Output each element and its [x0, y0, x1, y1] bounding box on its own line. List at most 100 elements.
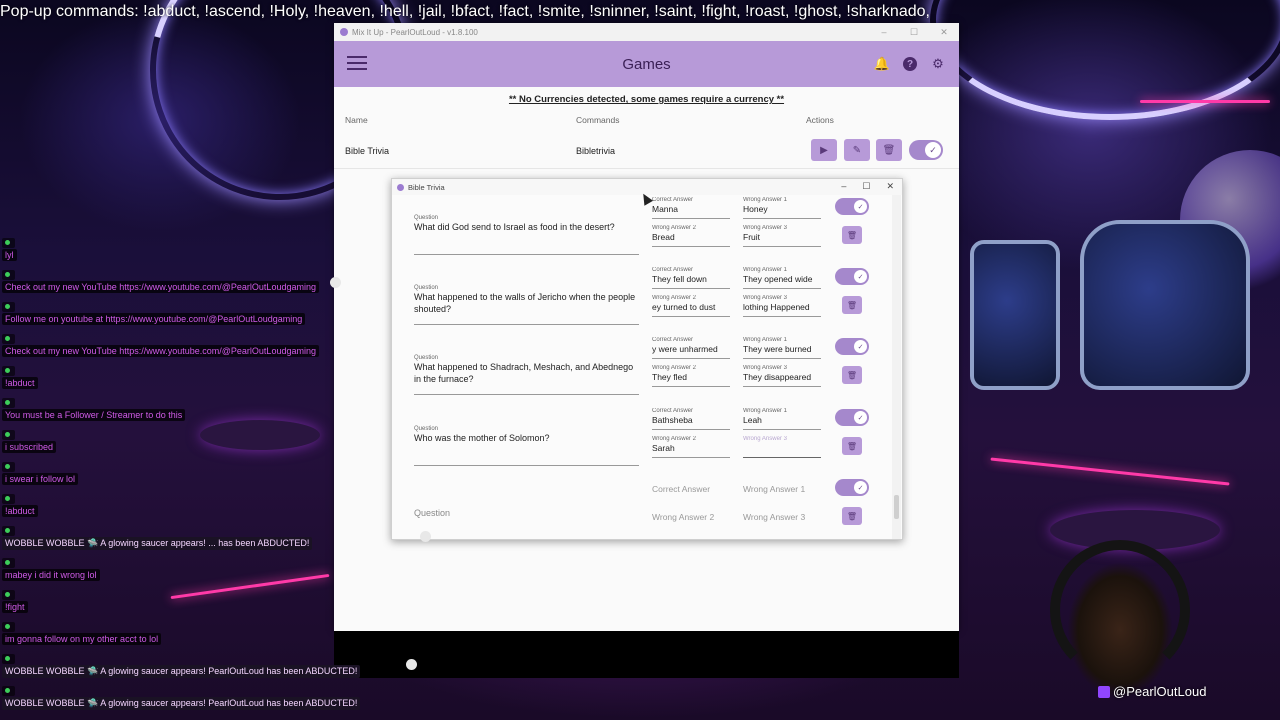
wrong-answer-2-field[interactable]: Wrong Answer 2 ey turned to dust [652, 295, 730, 317]
question-enabled-toggle[interactable]: ✓ [835, 479, 869, 496]
chat-message: lyl [0, 236, 440, 268]
correct-answer-field[interactable]: Correct Answer Manna [652, 197, 730, 219]
chat-username [2, 270, 15, 280]
field-placeholder: Wrong Answer 1 [743, 484, 806, 494]
column-commands: Commands [576, 115, 620, 125]
question-enabled-toggle[interactable]: ✓ [835, 409, 869, 426]
question-row: Question What did God send to Israel as f… [392, 197, 892, 267]
question-field[interactable]: Question What happened to Shadrach, Mesha… [414, 355, 639, 395]
scrollbar-thumb[interactable] [894, 495, 899, 519]
field-value: Manna [652, 204, 678, 214]
check-icon: ✓ [854, 200, 867, 213]
delete-question-button[interactable]: 🗑 [842, 507, 862, 525]
correct-answer-field[interactable]: Correct Answer y were unharmed [652, 337, 730, 359]
chat-anchor-dot [330, 277, 341, 288]
wrong-answer-3-field[interactable]: Wrong Answer 3 [743, 436, 821, 458]
wrong-answer-3-field[interactable]: Wrong Answer 3 Fruit [743, 225, 821, 247]
popup-commands-ticker: Pop-up commands: !abduct, !ascend, !Holy… [0, 3, 930, 20]
chat-username [2, 622, 15, 632]
bell-icon[interactable]: 🔔 [873, 55, 891, 73]
question-field[interactable]: Question Who was the mother of Solomon? [414, 426, 639, 466]
window-title: Mix It Up - PearlOutLoud - v1.8.100 [352, 27, 478, 37]
wrong-answer-1-field[interactable]: Wrong Answer 1 Leah [743, 408, 821, 430]
question-field[interactable]: Question [414, 508, 639, 538]
channel-handle: @PearlOutLoud [1098, 684, 1206, 699]
delete-question-button[interactable]: 🗑 [842, 366, 862, 384]
chat-text: WOBBLE WOBBLE 🛸 A glowing saucer appears… [2, 665, 361, 678]
close-icon[interactable]: ✕ [929, 27, 959, 38]
correct-answer-field[interactable]: Correct Answer Bathsheba [652, 408, 730, 430]
field-label: Wrong Answer 2 [652, 365, 696, 371]
field-label: Correct Answer [652, 197, 694, 203]
badge-icon [5, 656, 10, 661]
app-logo-icon [397, 183, 404, 191]
chat-message: i subscribed [0, 428, 440, 460]
question-field[interactable]: Question What happened to the walls of Je… [414, 285, 639, 325]
wrong-answer-3-field[interactable]: Wrong Answer 3 lothing Happened [743, 295, 821, 317]
chat-message: !fight [0, 588, 440, 620]
question-enabled-toggle[interactable]: ✓ [835, 338, 869, 355]
question-text: What did God send to Israel as food in t… [414, 222, 615, 232]
wrong-answer-1-field[interactable]: Wrong Answer 1 [743, 478, 821, 500]
maximize-icon[interactable]: ☐ [899, 27, 929, 38]
play-icon: ▶ [820, 144, 828, 156]
app-header: Games 🔔 ? ⚙ [334, 41, 959, 87]
wrong-answer-2-field[interactable]: Wrong Answer 2 [652, 506, 730, 528]
play-button[interactable]: ▶ [811, 139, 837, 161]
column-actions: Actions [806, 115, 834, 125]
chat-text: lyl [2, 249, 17, 261]
wrong-answer-2-field[interactable]: Wrong Answer 2 Bread [652, 225, 730, 247]
badge-icon [5, 304, 10, 309]
field-value: Honey [743, 204, 768, 214]
menu-icon[interactable] [347, 56, 367, 70]
field-placeholder: Wrong Answer 3 [743, 512, 806, 522]
check-icon: ✓ [854, 270, 867, 283]
help-icon[interactable]: ? [903, 57, 917, 71]
question-text: What happened to Shadrach, Meshach, and … [414, 362, 634, 384]
window-titlebar: Mix It Up - PearlOutLoud - v1.8.100 – ☐ … [334, 23, 959, 41]
maximize-icon[interactable]: ☐ [862, 181, 870, 192]
chat-username [2, 654, 15, 664]
field-placeholder: Wrong Answer 2 [652, 512, 715, 522]
question-field[interactable]: Question What did God send to Israel as f… [414, 215, 639, 255]
delete-question-button[interactable]: 🗑 [842, 226, 862, 244]
wrong-answer-2-field[interactable]: Wrong Answer 2 Sarah [652, 436, 730, 458]
dialog-scrollbar[interactable] [892, 195, 901, 539]
chat-text: Check out my new YouTube https://www.you… [2, 345, 319, 357]
question-row: Question Who was the mother of Solomon? Co… [392, 408, 892, 478]
chat-text: Check out my new YouTube https://www.you… [2, 281, 319, 293]
gear-icon[interactable]: ⚙ [929, 55, 947, 73]
chat-message: im gonna follow on my other acct to lol [0, 620, 440, 652]
game-enabled-toggle[interactable]: ✓ [909, 140, 943, 160]
badge-icon [5, 368, 10, 373]
wrong-answer-2-field[interactable]: Wrong Answer 2 They fled [652, 365, 730, 387]
wrong-answer-3-field[interactable]: Wrong Answer 3 [743, 506, 821, 528]
correct-answer-field[interactable]: Correct Answer They fell down [652, 267, 730, 289]
field-label: Wrong Answer 2 [652, 225, 696, 231]
wrong-answer-1-field[interactable]: Wrong Answer 1 Honey [743, 197, 821, 219]
edit-button[interactable]: ✎ [844, 139, 870, 161]
dialog-title: Bible Trivia [408, 182, 445, 192]
column-name: Name [345, 115, 368, 125]
field-value: Sarah [652, 443, 675, 453]
delete-question-button[interactable]: 🗑 [842, 437, 862, 455]
minimize-icon[interactable]: – [841, 181, 846, 192]
delete-button[interactable]: 🗑 [876, 139, 902, 161]
chat-text: im gonna follow on my other acct to lol [2, 633, 162, 645]
field-value: They fled [652, 372, 687, 382]
chat-text: !abduct [2, 505, 38, 517]
chat-text: WOBBLE WOBBLE 🛸 A glowing saucer appears… [2, 537, 313, 550]
wrong-answer-3-field[interactable]: Wrong Answer 3 They disappeared [743, 365, 821, 387]
badge-icon [5, 496, 10, 501]
delete-question-button[interactable]: 🗑 [842, 296, 862, 314]
wrong-answer-1-field[interactable]: Wrong Answer 1 They were burned [743, 337, 821, 359]
chat-text: i swear i follow lol [2, 473, 79, 485]
correct-answer-field[interactable]: Correct Answer [652, 478, 730, 500]
minimize-icon[interactable]: – [869, 27, 899, 38]
question-enabled-toggle[interactable]: ✓ [835, 268, 869, 285]
badge-icon [5, 528, 10, 533]
question-enabled-toggle[interactable]: ✓ [835, 198, 869, 215]
chat-message: !abduct [0, 364, 440, 396]
wrong-answer-1-field[interactable]: Wrong Answer 1 They opened wide [743, 267, 821, 289]
close-icon[interactable]: ✕ [886, 181, 894, 192]
